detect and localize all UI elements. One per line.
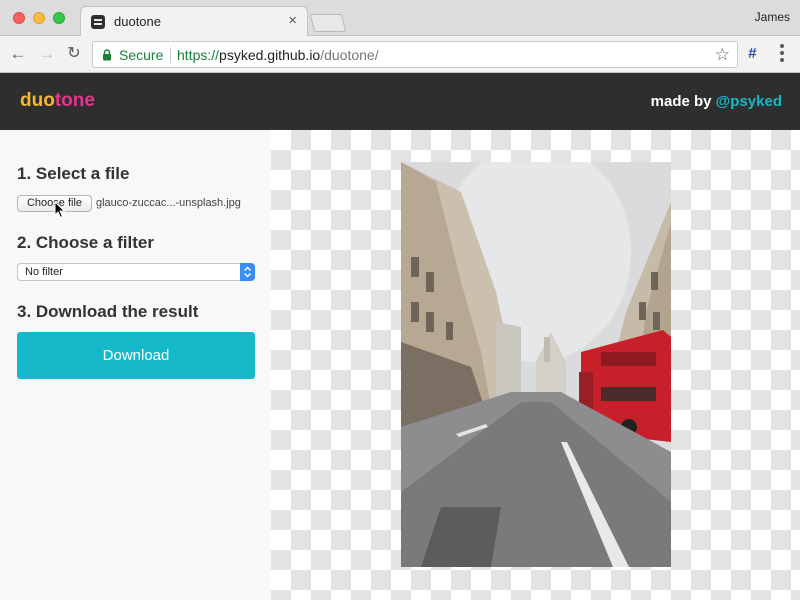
- browser-window: duotone × James ← → ↻ Secure https://psy…: [0, 0, 800, 600]
- site-header: duotone made by @psyked: [0, 73, 800, 130]
- back-icon[interactable]: ←: [7, 43, 29, 65]
- mouse-pointer-icon: [54, 201, 66, 219]
- page-content: duotone made by @psyked 1. Select a file…: [0, 73, 800, 600]
- lock-icon: [103, 49, 111, 61]
- author-link[interactable]: @psyked: [716, 93, 782, 110]
- tab-bar: duotone × James: [0, 0, 800, 37]
- address-bar[interactable]: Secure https://psyked.github.io/duotone/…: [92, 41, 738, 68]
- selected-file-name: glauco-zuccac...-unsplash.jpg: [96, 197, 241, 209]
- reload-icon[interactable]: ↻: [63, 43, 85, 65]
- tab-title: duotone: [114, 14, 161, 29]
- step-download-title: 3. Download the result: [17, 302, 199, 321]
- url-path: /duotone/: [320, 47, 379, 63]
- download-button[interactable]: Download: [17, 332, 255, 379]
- maximize-window-icon[interactable]: [53, 12, 65, 24]
- made-by-credit: made by @psyked: [651, 93, 782, 110]
- preview-image: [401, 162, 671, 567]
- favicon-icon: [91, 15, 105, 29]
- browser-toolbar: ← → ↻ Secure https://psyked.github.io/du…: [0, 36, 800, 73]
- step-choose-filter-title: 2. Choose a filter: [17, 233, 154, 252]
- url-scheme: https://: [177, 47, 220, 63]
- step-select-file-title: 1. Select a file: [17, 164, 130, 183]
- site-logo[interactable]: duotone: [20, 90, 95, 112]
- url-text[interactable]: https://psyked.github.io/duotone/: [177, 47, 379, 63]
- filter-select[interactable]: No filter: [17, 263, 255, 281]
- logo-tone: tone: [54, 90, 95, 111]
- new-tab-button[interactable]: [309, 14, 347, 32]
- logo-duo: duo: [20, 90, 55, 111]
- close-window-icon[interactable]: [13, 12, 25, 24]
- minimize-window-icon[interactable]: [33, 12, 45, 24]
- profile-name[interactable]: James: [755, 10, 790, 24]
- made-by-label: made by: [650, 93, 716, 110]
- omnibox-divider: [170, 47, 171, 63]
- browser-tab[interactable]: duotone ×: [80, 6, 308, 37]
- tab-close-icon[interactable]: ×: [288, 12, 297, 30]
- filter-selected-value: No filter: [25, 266, 63, 278]
- secure-label: Secure: [119, 47, 164, 63]
- url-host: psyked.github.io: [219, 47, 321, 63]
- controls-panel: 1. Select a file Choose file glauco-zucc…: [0, 130, 271, 600]
- preview-area: [271, 130, 800, 600]
- forward-icon[interactable]: →: [36, 43, 58, 65]
- extension-hash-icon[interactable]: #: [748, 45, 756, 62]
- bookmark-star-icon[interactable]: ☆: [715, 45, 730, 65]
- browser-menu-icon[interactable]: [776, 44, 788, 64]
- select-arrows-icon: [240, 263, 255, 281]
